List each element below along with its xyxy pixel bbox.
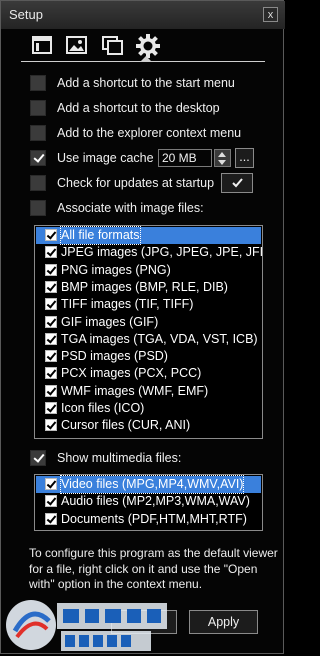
- multimedia-label[interactable]: Show multimedia files:: [57, 451, 181, 465]
- list-item-checkbox[interactable]: [45, 229, 57, 241]
- associate-label[interactable]: Associate with image files:: [57, 201, 204, 215]
- list-item-label: TIFF images (TIF, TIFF): [61, 297, 194, 312]
- list-item[interactable]: Cursor files (CUR, ANI): [36, 417, 261, 434]
- list-item[interactable]: Video files (MPG,MP4,WMV,AVI): [36, 475, 261, 494]
- image-format-list[interactable]: All file formats JPEG images (JPG, JPEG, …: [34, 225, 263, 439]
- list-item-checkbox[interactable]: [45, 384, 57, 397]
- tab-settings[interactable]: [135, 33, 160, 58]
- list-item-checkbox[interactable]: [45, 512, 57, 525]
- list-item[interactable]: WMF images (WMF, EMF): [36, 383, 261, 400]
- cache-size-stepper[interactable]: [214, 149, 231, 167]
- list-item[interactable]: Icon files (ICO): [36, 400, 261, 417]
- close-button[interactable]: x: [263, 7, 278, 22]
- updates-checkbox[interactable]: [30, 175, 46, 191]
- window-icon: [32, 36, 52, 54]
- watermark-logo: [6, 600, 167, 651]
- desktop-label[interactable]: Add a shortcut to the desktop: [57, 101, 220, 115]
- info-text: To configure this program as the default…: [29, 546, 278, 591]
- cache-browse-button[interactable]: ...: [235, 148, 254, 168]
- tab-display[interactable]: [31, 35, 55, 57]
- setup-window: Setup x Add a shortcut to the start menu…: [0, 0, 285, 654]
- list-item-label: GIF images (GIF): [61, 314, 159, 329]
- list-item-label: Documents (PDF,HTM,MHT,RTF): [61, 511, 247, 526]
- list-item-label: PSD images (PSD): [61, 349, 168, 364]
- list-item-label: Video files (MPG,MP4,WMV,AVI): [59, 475, 245, 494]
- list-item-label: BMP images (BMP, RLE, DIB): [61, 279, 228, 294]
- list-item-checkbox[interactable]: [45, 280, 57, 293]
- list-item[interactable]: GIF images (GIF): [36, 314, 261, 331]
- list-item[interactable]: BMP images (BMP, RLE, DIB): [36, 279, 261, 296]
- list-item-label: PNG images (PNG): [61, 262, 171, 277]
- windows-icon: [102, 36, 123, 55]
- check-now-button[interactable]: [221, 173, 253, 193]
- list-item-label: PCX images (PCX, PCC): [61, 366, 202, 381]
- context-menu-checkbox[interactable]: [30, 125, 46, 141]
- image-cache-checkbox[interactable]: [30, 150, 46, 166]
- list-item-label: WMF images (WMF, EMF): [61, 383, 209, 398]
- image-cache-label[interactable]: Use image cache: [57, 151, 154, 165]
- list-item[interactable]: JPEG images (JPG, JPEG, JPE, JFIF): [36, 244, 263, 261]
- list-item-checkbox[interactable]: [45, 350, 57, 363]
- list-item-label: Cursor files (CUR, ANI): [61, 418, 191, 433]
- start-menu-label[interactable]: Add a shortcut to the start menu: [57, 76, 235, 90]
- list-item[interactable]: Documents (PDF,HTM,MHT,RTF): [36, 511, 261, 528]
- context-menu-label[interactable]: Add to the explorer context menu: [57, 126, 241, 140]
- stepper-down-icon[interactable]: [218, 160, 226, 165]
- list-item[interactable]: PSD images (PSD): [36, 348, 261, 365]
- list-item-checkbox[interactable]: [45, 402, 57, 414]
- list-item-checkbox[interactable]: [45, 495, 57, 508]
- list-item[interactable]: TGA images (TGA, VDA, VST, ICB): [36, 331, 261, 348]
- list-item[interactable]: PNG images (PNG): [36, 262, 261, 279]
- list-item-label: All file formats: [60, 226, 141, 245]
- list-item-label: TGA images (TGA, VDA, VST, ICB): [61, 331, 258, 346]
- associate-checkbox[interactable]: [30, 200, 46, 216]
- list-item-label: Icon files (ICO): [61, 401, 145, 415]
- list-item-checkbox[interactable]: [45, 315, 57, 328]
- list-item-checkbox[interactable]: [45, 478, 57, 490]
- picture-icon: [66, 36, 87, 54]
- tab-image[interactable]: [65, 35, 89, 57]
- list-item-checkbox[interactable]: [45, 367, 57, 380]
- updates-label[interactable]: Check for updates at startup: [57, 176, 214, 190]
- window-title: Setup: [9, 7, 43, 22]
- cache-size-input[interactable]: 20 MB: [158, 149, 212, 167]
- list-item-checkbox[interactable]: [45, 332, 57, 345]
- tab-multi[interactable]: [101, 35, 125, 57]
- apply-button[interactable]: Apply: [189, 610, 258, 634]
- list-item-checkbox[interactable]: [45, 419, 57, 432]
- media-format-list[interactable]: Video files (MPG,MP4,WMV,AVI) Audio files…: [34, 474, 263, 531]
- desktop-checkbox[interactable]: [30, 100, 46, 116]
- title-bar[interactable]: Setup x: [1, 1, 285, 29]
- list-item[interactable]: Audio files (MP2,MP3,WMA,WAV): [36, 493, 261, 510]
- start-menu-checkbox[interactable]: [30, 75, 46, 91]
- list-item-label: JPEG images (JPG, JPEG, JPE, JFIF): [61, 245, 263, 260]
- list-item-checkbox[interactable]: [45, 246, 57, 259]
- list-item[interactable]: All file formats: [36, 226, 261, 245]
- stepper-up-icon[interactable]: [218, 152, 226, 157]
- list-item[interactable]: PCX images (PCX, PCC): [36, 365, 261, 382]
- tab-selected-marker: [140, 56, 152, 62]
- list-item-checkbox[interactable]: [45, 263, 57, 276]
- list-item-label: Audio files (MP2,MP3,WMA,WAV): [61, 494, 250, 509]
- multimedia-checkbox[interactable]: [30, 450, 46, 466]
- list-item[interactable]: TIFF images (TIF, TIFF): [36, 296, 261, 313]
- list-item-checkbox[interactable]: [45, 298, 57, 311]
- checkmark-icon: [232, 178, 243, 188]
